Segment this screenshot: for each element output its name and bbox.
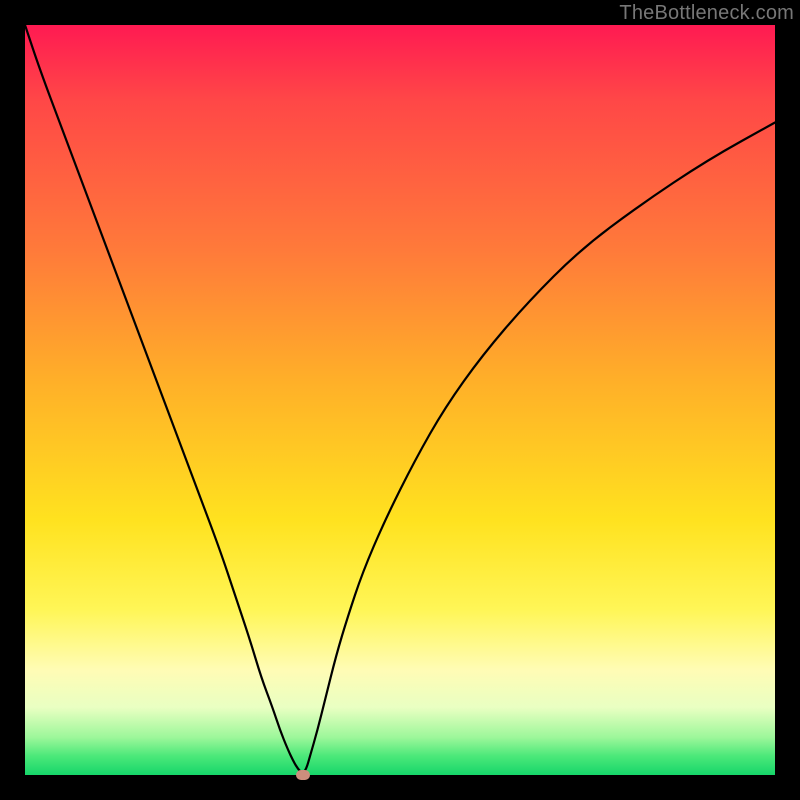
watermark-text: TheBottleneck.com (619, 2, 794, 25)
bottleneck-curve (25, 25, 775, 775)
optimum-marker (296, 770, 310, 780)
chart-frame: TheBottleneck.com (0, 0, 800, 800)
plot-area (25, 25, 775, 775)
